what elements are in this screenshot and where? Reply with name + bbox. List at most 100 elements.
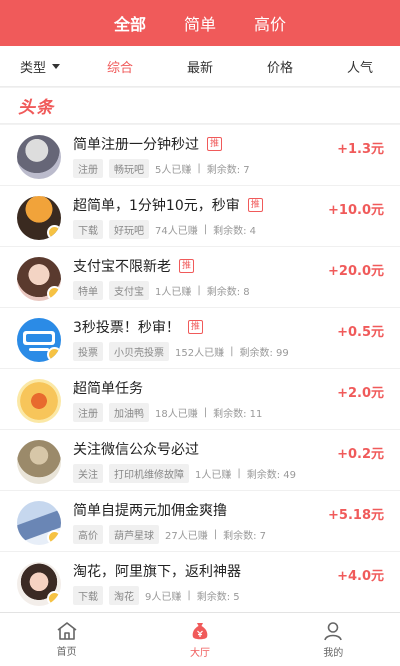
- divider: |: [230, 346, 234, 357]
- home-icon: [57, 622, 77, 640]
- task-tag: 葫芦星球: [109, 525, 159, 544]
- task-meta: 投票 小贝壳投票 152人已赚 | 剩余数: 99: [73, 342, 289, 361]
- nav-home[interactable]: 首页: [0, 613, 133, 666]
- divider: |: [197, 285, 201, 296]
- nav-home-label: 首页: [56, 647, 77, 658]
- task-title-row: 超简单任务: [73, 378, 143, 398]
- tab-high-price[interactable]: 高价: [254, 11, 286, 35]
- task-title-row: 超简单，1分钟10元，秒审推: [73, 195, 263, 215]
- task-title-row: 简单自提两元加佣金爽撸: [73, 500, 227, 520]
- divider: |: [197, 163, 201, 174]
- task-reward: +20.0元: [328, 264, 384, 279]
- earned-count: 1人已赚: [155, 287, 192, 298]
- task-item[interactable]: 3秒投票！秒审！ 推 投票 小贝壳投票 152人已赚 | 剩余数: 99 +0.5…: [0, 308, 400, 369]
- task-tag: 下载: [73, 586, 103, 605]
- nav-mine[interactable]: 我的: [267, 613, 400, 666]
- task-tag: 高价: [73, 525, 103, 544]
- divider: |: [237, 468, 241, 479]
- task-item[interactable]: 简单自提两元加佣金爽撸 高价 葫芦星球 27人已赚 | 剩余数: 7 +5.18…: [0, 491, 400, 552]
- avatar: [17, 440, 61, 484]
- task-meta: 特单 支付宝 1人已赚 | 剩余数: 8: [73, 281, 250, 300]
- task-title: 3秒投票！秒审！: [73, 320, 180, 336]
- task-meta: 注册 畅玩吧 5人已赚 | 剩余数: 7: [73, 159, 250, 178]
- vip-badge-icon: [47, 591, 61, 606]
- vip-badge-icon: [47, 286, 61, 301]
- earned-count: 5人已赚: [155, 165, 192, 176]
- avatar: [17, 379, 61, 423]
- task-meta: 高价 葫芦星球 27人已赚 | 剩余数: 7: [73, 525, 266, 544]
- task-tag: 注册: [73, 403, 103, 422]
- person-icon: [324, 622, 343, 641]
- task-tag: 好玩吧: [109, 220, 149, 239]
- task-title: 淘花，阿里旗下，返利神器: [73, 564, 241, 580]
- recommend-mark: 推: [207, 137, 223, 151]
- task-title: 超简单，1分钟10元，秒审: [73, 198, 240, 214]
- type-filter-dropdown[interactable]: 类型: [0, 57, 80, 76]
- task-title: 简单自提两元加佣金爽撸: [73, 503, 227, 519]
- top-tab-bar: 全部 简单 高价: [0, 0, 400, 46]
- task-reward: +5.18元: [328, 508, 384, 523]
- earned-count: 9人已赚: [145, 592, 182, 603]
- remaining-count: 剩余数: 4: [213, 226, 257, 237]
- sort-latest[interactable]: 最新: [160, 57, 240, 76]
- task-tag: 加油鸭: [109, 403, 149, 422]
- avatar: [17, 135, 61, 179]
- task-reward: +0.5元: [337, 325, 384, 340]
- task-title-row: 支付宝不限新老推: [73, 256, 195, 276]
- avatar: [17, 562, 61, 606]
- task-list: 简单注册一分钟秒过推 注册 畅玩吧 5人已赚 | 剩余数: 7 +1.3元 超简…: [0, 125, 400, 612]
- sort-popularity[interactable]: 人气: [320, 57, 400, 76]
- moneybag-icon: [192, 623, 208, 640]
- task-item[interactable]: 超简单，1分钟10元，秒审推 下载 好玩吧 74人已赚 | 剩余数: 4 +10…: [0, 186, 400, 247]
- recommend-mark: 推: [247, 198, 263, 212]
- task-item[interactable]: 支付宝不限新老推 特单 支付宝 1人已赚 | 剩余数: 8 +20.0元: [0, 247, 400, 308]
- avatar: [17, 257, 61, 301]
- vip-badge-icon: [47, 530, 61, 545]
- task-reward: +2.0元: [337, 386, 384, 401]
- task-title: 支付宝不限新老: [73, 259, 171, 275]
- remaining-count: 剩余数: 8: [206, 287, 250, 298]
- task-item[interactable]: 关注微信公众号必过 关注 打印机维修故障 1人已赚 | 剩余数: 49 +0.2…: [0, 430, 400, 491]
- task-item[interactable]: 超简单任务 注册 加油鸭 18人已赚 | 剩余数: 11 +2.0元: [0, 369, 400, 430]
- sort-price[interactable]: 价格: [240, 57, 320, 76]
- avatar: [17, 318, 61, 362]
- task-tag: 投票: [73, 342, 103, 361]
- task-title-row: 淘花，阿里旗下，返利神器: [73, 561, 241, 581]
- task-reward: +10.0元: [328, 203, 384, 218]
- remaining-count: 剩余数: 7: [223, 531, 267, 542]
- task-tag: 关注: [73, 464, 103, 483]
- task-tag: 支付宝: [109, 281, 149, 300]
- task-title-row: 简单注册一分钟秒过推: [73, 134, 223, 154]
- earned-count: 1人已赚: [195, 470, 232, 481]
- task-reward: +4.0元: [337, 569, 384, 584]
- nav-hall[interactable]: 大厅: [133, 613, 266, 666]
- nav-mine-label: 我的: [323, 648, 344, 659]
- task-tag: 畅玩吧: [109, 159, 149, 178]
- task-tag: 注册: [73, 159, 103, 178]
- task-meta: 关注 打印机维修故障 1人已赚 | 剩余数: 49: [73, 464, 296, 483]
- task-item[interactable]: 简单注册一分钟秒过推 注册 畅玩吧 5人已赚 | 剩余数: 7 +1.3元: [0, 125, 400, 186]
- remaining-count: 剩余数: 11: [213, 409, 263, 420]
- task-reward: +0.2元: [337, 447, 384, 462]
- remaining-count: 剩余数: 7: [206, 165, 250, 176]
- task-tag: 下载: [73, 220, 103, 239]
- sort-comprehensive[interactable]: 综合: [80, 57, 160, 76]
- sort-bar: 类型 综合 最新 价格 人气: [0, 46, 400, 87]
- remaining-count: 剩余数: 99: [239, 348, 289, 359]
- earned-count: 18人已赚: [155, 409, 198, 420]
- task-title-row: 关注微信公众号必过: [73, 439, 199, 459]
- task-title-row: 3秒投票！秒审！ 推: [73, 317, 203, 337]
- task-item[interactable]: 淘花，阿里旗下，返利神器 下载 淘花 9人已赚 | 剩余数: 5 +4.0元: [0, 552, 400, 612]
- vip-badge-icon: [47, 347, 61, 362]
- headline-title: 头条: [18, 98, 54, 118]
- divider: |: [203, 407, 208, 418]
- task-tag: 打印机维修故障: [109, 464, 189, 483]
- earned-count: 74人已赚: [155, 226, 198, 237]
- task-tag: 小贝壳投票: [109, 342, 169, 361]
- recommend-mark: 推: [187, 320, 203, 334]
- task-title: 简单注册一分钟秒过: [73, 137, 199, 153]
- bottom-nav: 首页 大厅 我的: [0, 612, 400, 666]
- tab-all[interactable]: 全部: [114, 11, 146, 35]
- tab-simple[interactable]: 简单: [184, 11, 216, 35]
- divider: |: [203, 224, 208, 235]
